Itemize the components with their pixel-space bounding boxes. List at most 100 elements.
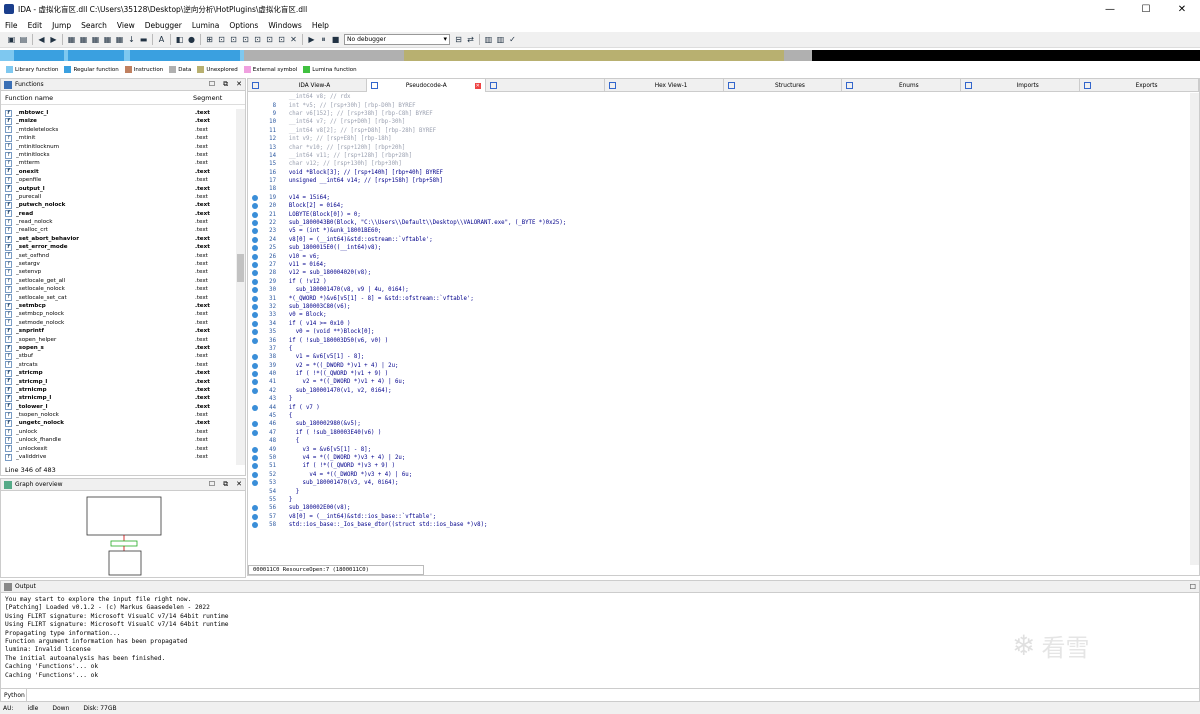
pause-icon[interactable]: ⏸ xyxy=(318,34,329,45)
code-line[interactable]: 44 if ( v7 ) xyxy=(248,403,1188,411)
data-icon[interactable]: ⊡ xyxy=(216,34,227,45)
back-icon[interactable]: ◀ xyxy=(36,34,47,45)
code-line[interactable]: 24 v8[0] = (__int64)&std::ostream::`vfta… xyxy=(248,236,1188,244)
code-line[interactable]: 40 if ( !*((_QWORD *)v1 + 9) ) xyxy=(248,370,1188,378)
code-line[interactable]: 12 int v9; // [rsp+E8h] [rbp-18h] xyxy=(248,135,1188,143)
function-row[interactable]: f _read .text xyxy=(1,210,237,218)
attach-icon[interactable]: ⊟ xyxy=(453,34,464,45)
code-line[interactable]: 21 LOBYTE(Block[0]) = 0; xyxy=(248,210,1188,218)
code-line[interactable]: 34 if ( v14 >= 0x10 ) xyxy=(248,320,1188,328)
function-row[interactable]: f _setmbcp .text xyxy=(1,302,237,310)
function-row[interactable]: f _unlockexit .text xyxy=(1,445,237,453)
function-row[interactable]: f _read_nolock .text xyxy=(1,218,237,226)
step-icon[interactable]: ⇄ xyxy=(465,34,476,45)
function-row[interactable]: f _mtinitlocknum .text xyxy=(1,143,237,151)
function-row[interactable]: f _mtinit .text xyxy=(1,134,237,142)
code-line[interactable]: 49 v3 = &v6[v5[1] - 8]; xyxy=(248,445,1188,453)
function-row[interactable]: f _setmbcp_nolock .text xyxy=(1,310,237,319)
tab-close-icon[interactable]: ✕ xyxy=(474,82,481,89)
code-line[interactable]: 10 __int64 v7; // [rsp+D0h] [rbp-30h] xyxy=(248,118,1188,126)
function-row[interactable]: f _mtterm .text xyxy=(1,159,237,168)
code-line[interactable]: 30 sub_180001470(v8, v9 | 4u, 0i64); xyxy=(248,286,1188,294)
code-line[interactable]: 29 if ( !v12 ) xyxy=(248,278,1188,286)
pseudocode-view[interactable]: __int64 v8; // rdx 8 int *v5; // [rsp+30h… xyxy=(248,93,1188,565)
function-row[interactable]: f _purecall .text xyxy=(1,193,237,201)
code-line[interactable]: 22 sub_1800043B0(Block, "C:\\Users\\Defa… xyxy=(248,219,1188,227)
panel-float-icon[interactable]: ⧉ xyxy=(223,80,228,89)
code-line[interactable]: 19 v14 = 15i64; xyxy=(248,194,1188,202)
python-command-input[interactable] xyxy=(27,689,1199,701)
code-line[interactable]: 35 v0 = (void **)Block[0]; xyxy=(248,328,1188,336)
code-line[interactable]: 9 char v6[152]; // [rsp+38h] [rbp-C8h] B… xyxy=(248,110,1188,118)
menu-search[interactable]: Search xyxy=(76,21,112,30)
function-row[interactable]: f _sopen_s .text xyxy=(1,344,237,352)
col-segment[interactable]: Segment xyxy=(193,94,245,102)
function-row[interactable]: f _set_osfhnd .text xyxy=(1,252,237,260)
function-row[interactable]: f _setmode_nolock .text xyxy=(1,319,237,327)
menu-view[interactable]: View xyxy=(112,21,140,30)
search-sequence-icon[interactable]: ▦ xyxy=(102,34,113,45)
graph-icon[interactable]: ◧ xyxy=(174,34,185,45)
code-line[interactable]: 28 v12 = sub_180004020(v8); xyxy=(248,269,1188,277)
function-row[interactable]: f _snprintf .text xyxy=(1,327,237,335)
menu-help[interactable]: Help xyxy=(307,21,334,30)
minimize-button[interactable]: — xyxy=(1092,4,1128,15)
panel-close-icon[interactable]: ✕ xyxy=(236,80,242,89)
panel-float-icon[interactable]: ⧉ xyxy=(223,480,228,489)
function-row[interactable]: f _strcats .text xyxy=(1,361,237,369)
code-line[interactable]: 23 v5 = (int *)&unk_18001BE60; xyxy=(248,227,1188,235)
function-row[interactable]: f _set_abort_behavior .text xyxy=(1,235,237,243)
code-line[interactable]: 17 unsigned __int64 v14; // [rsp+158h] [… xyxy=(248,177,1188,185)
tab-item[interactable] xyxy=(486,79,605,92)
code-line[interactable]: 11 __int64 v8[2]; // [rsp+D8h] [rbp-28h]… xyxy=(248,127,1188,135)
function-row[interactable]: f _strnicmp_l .text xyxy=(1,394,237,402)
code-line[interactable]: 16 void *Block[3]; // [rsp+140h] [rbp+40… xyxy=(248,169,1188,177)
code-line[interactable]: 26 v10 = v6; xyxy=(248,252,1188,260)
function-row[interactable]: f _strnicmp .text xyxy=(1,386,237,394)
function-row[interactable]: f _stricmp .text xyxy=(1,369,237,377)
function-row[interactable]: f _validdrive .text xyxy=(1,453,237,461)
function-row[interactable]: f _ungetc_nolock .text xyxy=(1,419,237,428)
function-row[interactable]: f _stbuf .text xyxy=(1,352,237,361)
code-line[interactable]: 53 sub_180001470(v3, v4, 0i64); xyxy=(248,479,1188,487)
function-row[interactable]: f _unlock_fhandle .text xyxy=(1,436,237,444)
function-row[interactable]: f _setargv .text xyxy=(1,260,237,268)
python-language-button[interactable]: Python xyxy=(1,688,27,702)
text-color-icon[interactable]: A xyxy=(156,34,167,45)
code-line[interactable]: 36 if ( !sub_180003D50(v6, v0) ) xyxy=(248,336,1188,344)
functions-scrollbar[interactable] xyxy=(236,109,245,465)
code-line[interactable]: 33 v0 = Block; xyxy=(248,311,1188,319)
search-next-icon[interactable]: ▦ xyxy=(90,34,101,45)
code-line[interactable]: 56 sub_180002E00(v8); xyxy=(248,504,1188,512)
menu-jump[interactable]: Jump xyxy=(47,21,76,30)
text-search-icon[interactable]: ▦ xyxy=(78,34,89,45)
col-function-name[interactable]: Function name xyxy=(5,94,193,102)
plugin-icon[interactable]: ✓ xyxy=(507,34,518,45)
menu-edit[interactable]: Edit xyxy=(23,21,48,30)
function-row[interactable]: f _mtdeletelocks .text xyxy=(1,126,237,134)
function-row[interactable]: f _unlock .text xyxy=(1,428,237,436)
mark-icon[interactable]: ▬ xyxy=(138,34,149,45)
function-row[interactable]: f _tolower_l .text xyxy=(1,403,237,411)
menu-debugger[interactable]: Debugger xyxy=(140,21,187,30)
code-line[interactable]: 32 sub_180003C80(v6); xyxy=(248,303,1188,311)
function-row[interactable]: f _mtinitlocks .text xyxy=(1,151,237,159)
save-icon[interactable]: ▤ xyxy=(18,34,29,45)
function-row[interactable]: f _setlocale_nolock .text xyxy=(1,285,237,293)
code-line[interactable]: 42 sub_180001470(v1, v2, 0i64); xyxy=(248,387,1188,395)
graph-overview-canvas[interactable] xyxy=(1,493,245,577)
tab-item[interactable]: Imports xyxy=(961,79,1081,92)
undo-icon[interactable]: ✕ xyxy=(288,34,299,45)
tab-item[interactable]: Enums xyxy=(842,79,962,92)
scrollbar-thumb[interactable] xyxy=(237,254,244,282)
code-line[interactable]: 18 xyxy=(248,185,1188,193)
code-line[interactable]: 8 int *v5; // [rsp+30h] [rbp-D0h] BYREF xyxy=(248,101,1188,109)
function-row[interactable]: f _output_l .text xyxy=(1,185,237,193)
code-line[interactable]: 37 { xyxy=(248,345,1188,353)
debugger-select[interactable]: No debugger xyxy=(344,34,450,45)
code-line[interactable]: 57 v8[0] = (__int64)&std::ios_base::`vft… xyxy=(248,513,1188,521)
function-row[interactable]: f _sopen_helper .text xyxy=(1,336,237,344)
panel-close-icon[interactable]: ✕ xyxy=(236,480,242,489)
code-line[interactable]: 38 v1 = &v6[v5[1] - 8]; xyxy=(248,353,1188,361)
binary-search-icon[interactable]: ▦ xyxy=(66,34,77,45)
